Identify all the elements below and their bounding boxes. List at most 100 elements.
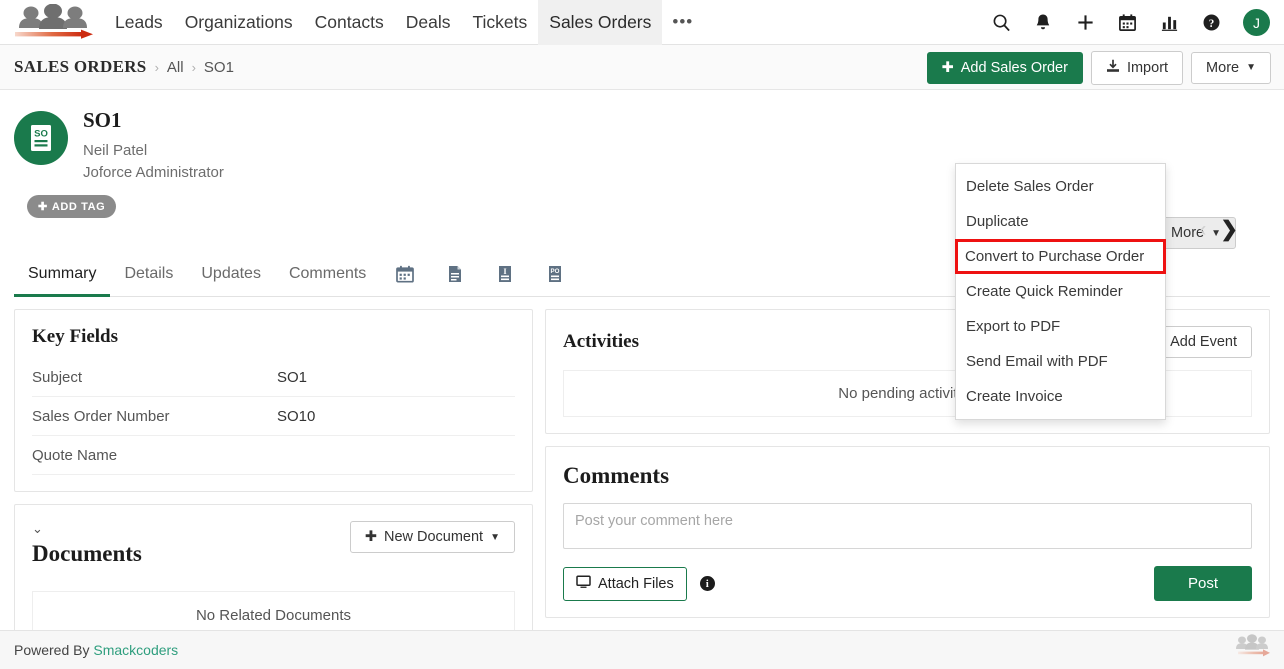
- field-row-quote-name: Quote Name: [32, 436, 515, 475]
- add-event-label: Add Event: [1170, 334, 1237, 350]
- field-row-subject: Subject SO1: [32, 358, 515, 397]
- joforce-logo[interactable]: [6, 1, 98, 43]
- menu-item-label: Export to PDF: [966, 318, 1060, 335]
- menu-item-create-invoice[interactable]: Create Invoice: [956, 379, 1165, 414]
- record-pager: ‹ ❯: [1199, 219, 1238, 240]
- add-sales-order-label: Add Sales Order: [961, 60, 1068, 76]
- add-event-button[interactable]: Add Event: [1155, 326, 1252, 358]
- tab-summary[interactable]: Summary: [14, 255, 110, 296]
- caret-down-icon: ▼: [1246, 62, 1256, 73]
- tab-label: Updates: [201, 265, 261, 282]
- field-label: Quote Name: [32, 447, 277, 464]
- page-action-group: ✚ Add Sales Order Import More ▼: [927, 45, 1271, 90]
- menu-item-convert-to-purchase-order[interactable]: Convert to Purchase Order: [955, 239, 1166, 274]
- post-label: Post: [1188, 575, 1218, 592]
- nav-item-deals[interactable]: Deals: [395, 0, 462, 45]
- menu-item-duplicate[interactable]: Duplicate: [956, 204, 1165, 239]
- search-icon[interactable]: [989, 11, 1013, 35]
- bell-icon[interactable]: [1031, 11, 1055, 35]
- breadcrumb-root[interactable]: SALES ORDERS: [14, 57, 147, 77]
- footer-watermark-logo: [1232, 632, 1272, 665]
- plus-icon[interactable]: [1073, 11, 1097, 35]
- notes-tab-icon[interactable]: [430, 255, 480, 296]
- breadcrumb-item-all[interactable]: All: [167, 59, 184, 76]
- next-record-icon[interactable]: ❯: [1220, 219, 1238, 240]
- menu-item-label: Duplicate: [966, 213, 1029, 230]
- purchase-order-tab-icon[interactable]: PO: [530, 255, 580, 296]
- breadcrumb-item-current: SO1: [204, 59, 234, 76]
- info-icon[interactable]: i: [700, 576, 715, 591]
- help-icon[interactable]: ?: [1199, 11, 1223, 35]
- comments-panel: Comments Attach Files i Post: [545, 446, 1270, 618]
- nav-label: Sales Orders: [549, 12, 651, 33]
- tab-updates[interactable]: Updates: [187, 255, 275, 296]
- nav-item-leads[interactable]: Leads: [104, 0, 174, 45]
- nav-label: Deals: [406, 12, 451, 33]
- key-fields-title: Key Fields: [32, 326, 515, 348]
- plus-icon: ✚: [942, 60, 954, 76]
- nav-item-sales-orders[interactable]: Sales Orders: [538, 0, 662, 45]
- add-sales-order-button[interactable]: ✚ Add Sales Order: [927, 52, 1083, 84]
- record-more-dropdown: Delete Sales Order Duplicate Convert to …: [955, 163, 1166, 420]
- post-comment-button[interactable]: Post: [1154, 566, 1252, 601]
- new-document-button[interactable]: ✚ New Document ▼: [350, 521, 515, 553]
- menu-item-label: Create Invoice: [966, 388, 1063, 405]
- avatar-initial: J: [1253, 15, 1260, 31]
- import-button[interactable]: Import: [1091, 51, 1183, 85]
- caret-down-icon: ▼: [490, 532, 500, 543]
- footer-bar: Powered By Smackcoders: [0, 630, 1284, 669]
- nav-item-organizations[interactable]: Organizations: [174, 0, 304, 45]
- field-row-sales-order-number: Sales Order Number SO10: [32, 397, 515, 436]
- plus-icon: ✚: [38, 200, 48, 213]
- svg-text:PO: PO: [551, 268, 560, 275]
- nav-label: Tickets: [472, 12, 527, 33]
- top-nav-icon-group: ? J: [989, 0, 1270, 45]
- add-tag-button[interactable]: ✚ ADD TAG: [27, 195, 116, 218]
- svg-text:SO: SO: [34, 129, 48, 140]
- documents-title: Documents: [32, 541, 142, 567]
- nav-label: Organizations: [185, 12, 293, 33]
- footer-brand-link[interactable]: Smackcoders: [93, 642, 178, 658]
- import-label: Import: [1127, 60, 1168, 76]
- menu-item-label: Create Quick Reminder: [966, 283, 1123, 300]
- attach-files-button[interactable]: Attach Files: [563, 567, 687, 601]
- record-role: Joforce Administrator: [83, 164, 224, 181]
- top-navigation-bar: Leads Organizations Contacts Deals Ticke…: [0, 0, 1284, 45]
- nav-overflow-menu[interactable]: •••: [662, 0, 703, 45]
- page-more-button[interactable]: More ▼: [1191, 52, 1271, 84]
- nav-item-tickets[interactable]: Tickets: [461, 0, 538, 45]
- breadcrumb: SALES ORDERS › All › SO1: [14, 57, 234, 77]
- nav-item-contacts[interactable]: Contacts: [304, 0, 395, 45]
- user-avatar[interactable]: J: [1243, 9, 1270, 36]
- breadcrumb-separator-icon: ›: [192, 60, 196, 75]
- nav-label: Leads: [115, 12, 163, 33]
- new-document-label: New Document: [384, 529, 483, 545]
- menu-item-delete-sales-order[interactable]: Delete Sales Order: [956, 169, 1165, 204]
- field-value[interactable]: SO10: [277, 408, 315, 425]
- field-value[interactable]: SO1: [277, 369, 307, 386]
- tab-label: Details: [124, 265, 173, 282]
- tab-details[interactable]: Details: [110, 255, 187, 296]
- breadcrumb-bar: SALES ORDERS › All › SO1 ✚ Add Sales Ord…: [0, 45, 1284, 90]
- comment-input[interactable]: [563, 503, 1252, 549]
- chart-icon[interactable]: [1157, 11, 1181, 35]
- tab-comments[interactable]: Comments: [275, 255, 380, 296]
- calendar-tab-icon[interactable]: [380, 255, 430, 296]
- previous-record-icon: ‹: [1199, 219, 1206, 240]
- menu-item-create-quick-reminder[interactable]: Create Quick Reminder: [956, 274, 1165, 309]
- menu-item-label: Delete Sales Order: [966, 178, 1094, 195]
- nav-label: Contacts: [315, 12, 384, 33]
- main-nav-items: Leads Organizations Contacts Deals Ticke…: [104, 0, 703, 45]
- record-type-icon: SO: [14, 111, 68, 165]
- menu-item-export-to-pdf[interactable]: Export to PDF: [956, 309, 1165, 344]
- menu-item-send-email-with-pdf[interactable]: Send Email with PDF: [956, 344, 1165, 379]
- calendar-icon[interactable]: [1115, 11, 1139, 35]
- field-label: Sales Order Number: [32, 408, 277, 425]
- tab-label: Summary: [28, 265, 96, 282]
- invoice-tab-icon[interactable]: I: [480, 255, 530, 296]
- key-fields-panel: Key Fields Subject SO1 Sales Order Numbe…: [14, 309, 533, 492]
- footer-credit: Powered By Smackcoders: [14, 642, 178, 658]
- monitor-icon: [576, 575, 591, 593]
- chevron-down-icon[interactable]: ⌄: [32, 521, 142, 537]
- svg-text:?: ?: [1208, 18, 1214, 30]
